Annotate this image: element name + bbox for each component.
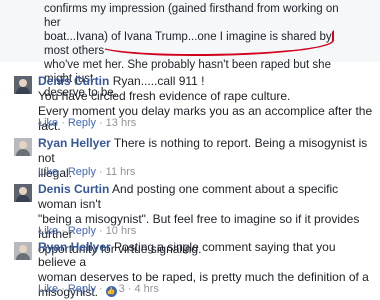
quoted-post: confirms my impression (gained firsthand…: [0, 0, 380, 99]
like-link[interactable]: Like: [38, 117, 58, 129]
comment-author[interactable]: Denis Curtin: [38, 74, 109, 88]
like-thumb-icon[interactable]: 👍: [105, 286, 117, 297]
comment-actions: Like · Reply · 10 hrs: [38, 225, 137, 237]
reply-link[interactable]: Reply: [68, 225, 96, 237]
quoted-line: confirms my impression (gained firsthand…: [44, 3, 339, 29]
comment-actions: Like · Reply · 13 hrs: [38, 117, 137, 129]
avatar[interactable]: [14, 184, 32, 202]
reply-link[interactable]: Reply: [68, 117, 96, 129]
comment-timestamp[interactable]: 13 hrs: [106, 117, 137, 129]
comment-author[interactable]: Denis Curtin: [38, 182, 109, 196]
comment-author[interactable]: Ryan Hellyer: [38, 136, 111, 150]
comment-text: You have circled fresh evidence of rape …: [38, 89, 291, 103]
reply-link[interactable]: Reply: [68, 166, 96, 178]
comment-timestamp[interactable]: 11 hrs: [106, 166, 136, 178]
comment-timestamp[interactable]: 10 hrs: [106, 225, 137, 237]
comment-text: Ryan.....call 911 !: [112, 74, 205, 88]
comment: Denis Curtin And posting one comment abo…: [14, 182, 374, 256]
comment-timestamp[interactable]: 4 hrs: [134, 283, 158, 295]
comment-text: woman deserves to be raped, is pretty mu…: [38, 270, 369, 284]
avatar[interactable]: [14, 138, 32, 156]
comment: Denis Curtin Ryan.....call 911 ! You hav…: [14, 74, 374, 133]
avatar[interactable]: [14, 76, 32, 94]
comment: Ryan Hellyer There is nothing to report.…: [14, 136, 374, 180]
reply-link[interactable]: Reply: [68, 283, 96, 295]
like-link[interactable]: Like: [38, 225, 58, 237]
comment-actions: Like · Reply · 👍 3 · 4 hrs: [38, 283, 159, 297]
comment-author[interactable]: Ryan Hellyer: [38, 240, 111, 254]
like-link[interactable]: Like: [38, 283, 58, 295]
reaction-count[interactable]: 3: [119, 283, 125, 295]
avatar[interactable]: [14, 242, 32, 260]
comment-actions: Like · Reply · 11 hrs: [38, 166, 136, 178]
comment: Ryan Hellyer Posting a single comment sa…: [14, 240, 374, 299]
like-link[interactable]: Like: [38, 166, 58, 178]
